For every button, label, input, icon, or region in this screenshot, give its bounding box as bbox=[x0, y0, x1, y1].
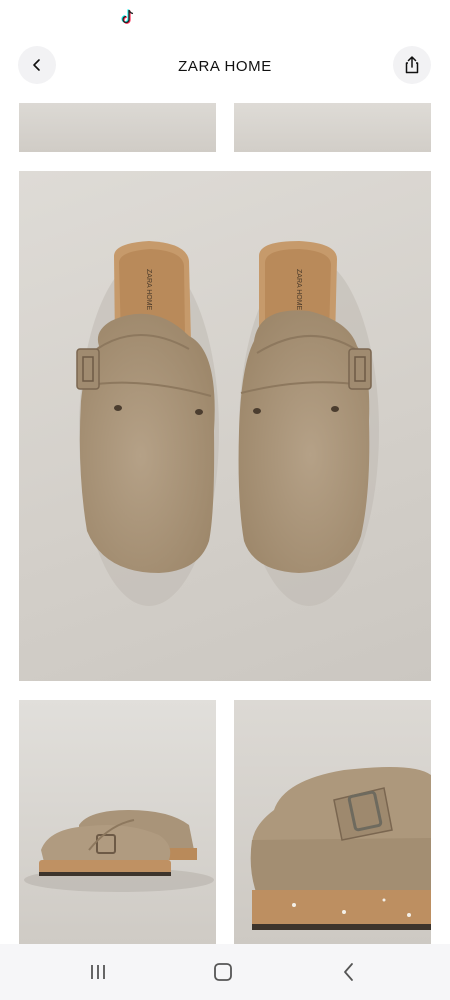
system-nav-bar bbox=[0, 944, 450, 1000]
insole-brand-text: ZARA HOME bbox=[145, 269, 152, 311]
product-image-1[interactable] bbox=[19, 103, 216, 152]
status-bar bbox=[0, 0, 450, 34]
page-title: ZARA HOME bbox=[178, 58, 272, 75]
product-image-2[interactable] bbox=[234, 103, 431, 152]
back-icon bbox=[344, 963, 353, 981]
left-clog: ZARA HOME bbox=[76, 241, 215, 573]
insole-brand-text-right: ZARA HOME bbox=[295, 269, 302, 311]
home-button[interactable] bbox=[208, 958, 238, 986]
chevron-left-icon bbox=[33, 59, 40, 71]
right-clog: ZARA HOME bbox=[238, 241, 372, 573]
product-image-hero[interactable]: ZARA HOME ZARA HOME bbox=[19, 171, 431, 681]
tiktok-icon bbox=[121, 9, 134, 24]
clogs-top-view-illustration: ZARA HOME ZARA HOME bbox=[76, 241, 379, 606]
share-button[interactable] bbox=[393, 46, 431, 84]
back-button[interactable] bbox=[18, 46, 56, 84]
clog-buckle-closeup-illustration bbox=[250, 766, 431, 930]
product-image-4[interactable] bbox=[19, 700, 216, 944]
product-image-5[interactable] bbox=[234, 700, 431, 944]
share-icon bbox=[405, 56, 419, 74]
recents-button[interactable] bbox=[83, 958, 113, 986]
clogs-side-view-illustration bbox=[24, 810, 214, 892]
recents-icon bbox=[91, 965, 105, 979]
home-icon bbox=[214, 963, 232, 981]
system-back-button[interactable] bbox=[334, 958, 364, 986]
app-header: ZARA HOME bbox=[0, 40, 450, 94]
